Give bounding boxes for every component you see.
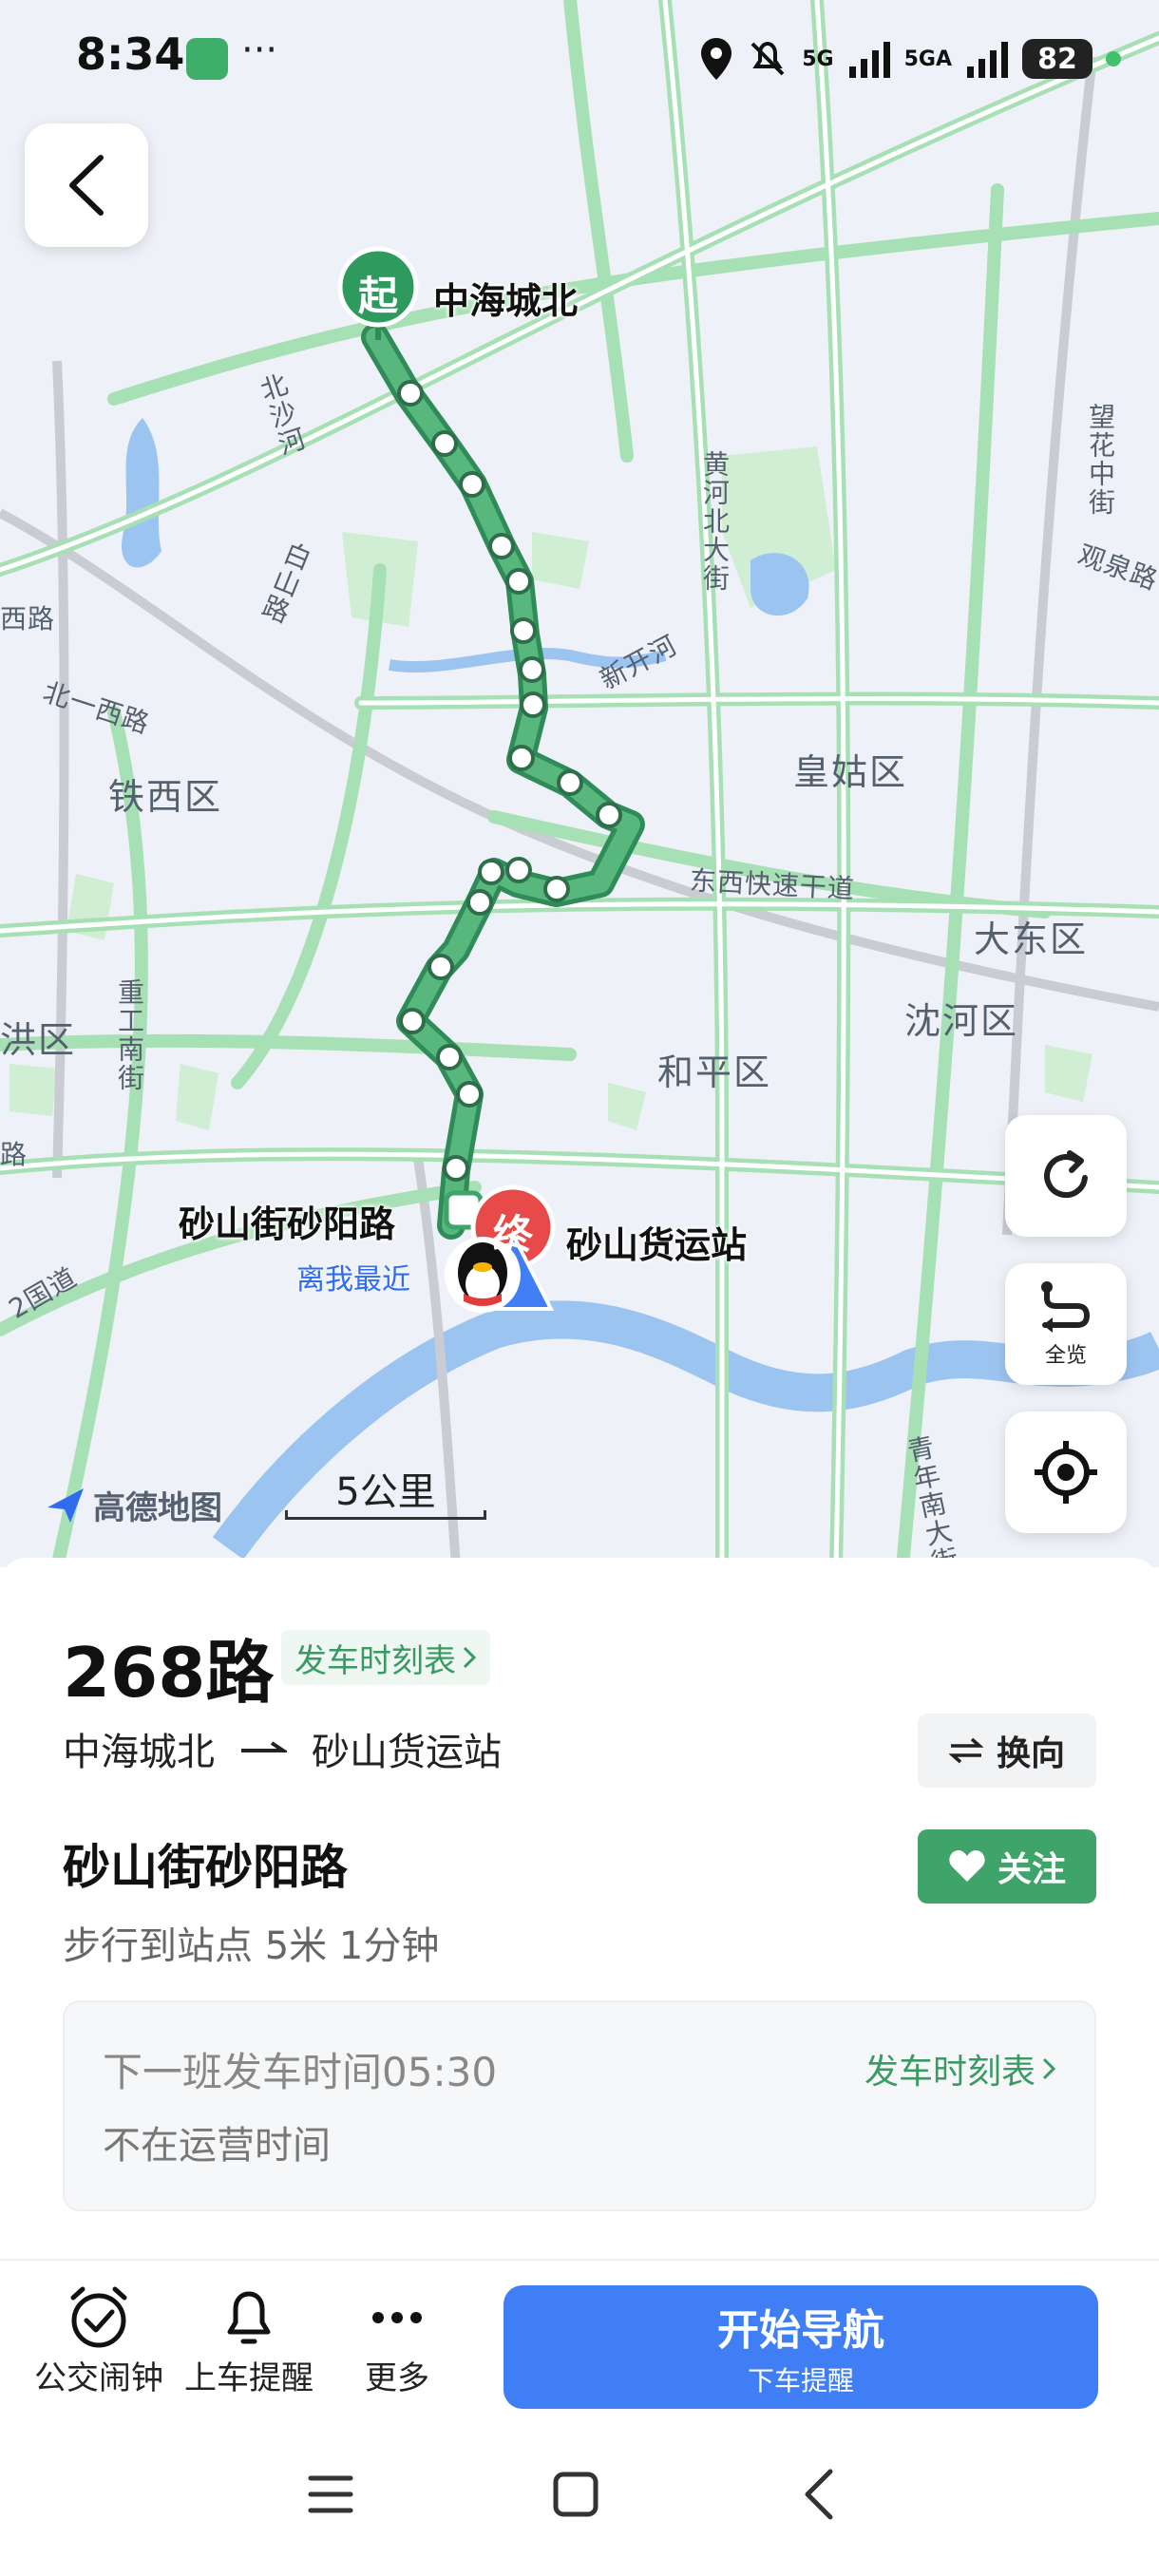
back-button[interactable] — [25, 123, 148, 247]
walk-info: 步行到站点 5米 1分钟 — [63, 1924, 440, 1968]
swap-label: 换向 — [996, 1734, 1065, 1773]
route-direction: 中海城北 砂山货运站 — [63, 1721, 502, 1776]
scale-bar — [285, 1510, 486, 1520]
start-navigation-button[interactable]: 开始导航 下车提醒 — [504, 2285, 1098, 2409]
road-label: 望花中街 — [1085, 403, 1116, 517]
boarding-reminder-label: 上车提醒 — [184, 2359, 314, 2397]
operating-status: 不在运营时间 — [103, 2124, 331, 2168]
swap-icon — [948, 1737, 983, 1764]
status-time: 8:34 — [76, 28, 185, 80]
more-notifications-icon: ··· — [241, 28, 278, 72]
start-navigation-label: 开始导航 — [717, 2306, 884, 2355]
district-label: 洪区 — [0, 1019, 77, 1061]
boarding-stop-name: 砂山街砂阳路 — [63, 1840, 348, 1895]
chevron-left-icon — [69, 155, 104, 216]
mute-icon — [750, 41, 785, 76]
end-marker-text: 终 — [492, 1211, 533, 1258]
follow-button[interactable]: 关注 — [918, 1829, 1096, 1904]
road-label: 西路 — [0, 603, 56, 635]
map-view[interactable]: 铁西区 皇姑区 大东区 沈河区 和平区 洪区 东西快速干道 北一西路 新开河 北… — [0, 0, 1159, 1567]
road-label: 重工南街 — [114, 978, 145, 1092]
start-marker-text: 起 — [357, 273, 398, 319]
district-label: 沈河区 — [904, 1000, 1019, 1042]
route-title: 268路 — [63, 1633, 275, 1713]
chevron-right-icon — [463, 1646, 477, 1669]
map-logo: 高德地图 — [46, 1482, 222, 1528]
signal-bars-icon — [967, 42, 1008, 78]
swap-direction-button[interactable]: 换向 — [918, 1714, 1096, 1788]
alight-reminder-label: 下车提醒 — [747, 2365, 854, 2396]
signal-5ga-label: 5GA — [903, 47, 952, 71]
home-button[interactable] — [538, 2456, 614, 2532]
next-departure-card: 下一班发车时间05:30 不在运营时间 发车时刻表 — [63, 2000, 1096, 2211]
locate-me-button[interactable] — [1005, 1411, 1127, 1533]
location-icon — [701, 38, 732, 80]
charging-dot — [1106, 51, 1121, 66]
road-label: 黄河北大街 — [699, 450, 731, 593]
route-overview-icon — [1041, 1281, 1091, 1333]
more-dots-icon — [372, 2312, 422, 2323]
heart-icon — [949, 1850, 985, 1882]
district-label: 皇姑区 — [793, 751, 908, 793]
overview-label: 全览 — [1044, 1344, 1087, 1368]
follow-label: 关注 — [997, 1850, 1066, 1889]
logo-text: 高德地图 — [93, 1489, 222, 1527]
signal-5g-label: 5G — [802, 47, 834, 71]
alarm-clock-icon — [70, 2286, 127, 2348]
refresh-icon — [1044, 1150, 1088, 1199]
road-label: 路 — [0, 1139, 28, 1170]
battery-indicator: 82 — [1022, 39, 1092, 79]
system-navigation-bar — [0, 2418, 1159, 2576]
route-to: 砂山货运站 — [312, 1731, 502, 1774]
district-label: 和平区 — [657, 1051, 772, 1093]
timetable-chip-label: 发车时刻表 — [294, 1641, 456, 1680]
crosshair-icon — [1035, 1441, 1097, 1504]
overview-button[interactable]: 全览 — [1005, 1263, 1127, 1385]
status-bar: 8:34 ··· 5G 5GA 82 — [0, 0, 1159, 114]
more-label: 更多 — [365, 2359, 429, 2397]
next-departure-time: 下一班发车时间05:30 — [103, 2049, 498, 2095]
home-square-icon — [553, 2472, 598, 2517]
current-stop-label[interactable]: 砂山街砂阳路 — [179, 1195, 395, 1247]
menu-icon — [308, 2475, 353, 2513]
card-timetable-link[interactable]: 发车时刻表 — [864, 2044, 1056, 2093]
nearest-stop-tag: 离我最近 — [296, 1263, 410, 1297]
menu-button[interactable] — [293, 2456, 369, 2532]
arrow-right-icon — [241, 1741, 287, 1752]
more-button[interactable]: 更多 — [321, 2283, 473, 2398]
signal-bars-icon — [848, 42, 890, 78]
chevron-left-icon — [805, 2469, 833, 2520]
bell-icon — [227, 2291, 271, 2344]
boarding-reminder-button[interactable]: 上车提醒 — [173, 2283, 325, 2398]
bus-alarm-label: 公交闹钟 — [34, 2359, 163, 2397]
refresh-button[interactable] — [1005, 1115, 1127, 1237]
district-label: 铁西区 — [108, 776, 223, 818]
amap-logo-icon — [48, 1487, 84, 1523]
start-stop-label[interactable]: 中海城北 — [433, 272, 578, 324]
district-label: 大东区 — [974, 919, 1089, 960]
end-stop-label[interactable]: 砂山货运站 — [566, 1216, 747, 1268]
chevron-right-icon — [1042, 2057, 1056, 2080]
card-timetable-label: 发车时刻表 — [864, 2053, 1036, 2092]
timetable-chip[interactable]: 发车时刻表 — [281, 1630, 490, 1685]
system-back-button[interactable] — [781, 2456, 857, 2532]
bus-alarm-button[interactable]: 公交闹钟 — [23, 2283, 175, 2398]
app-notification-icon — [186, 38, 228, 80]
scale-label: 5公里 — [335, 1470, 436, 1514]
action-bar: 公交闹钟 上车提醒 更多 开始导航 下车提醒 — [0, 2259, 1159, 2418]
route-from: 中海城北 — [63, 1731, 215, 1774]
